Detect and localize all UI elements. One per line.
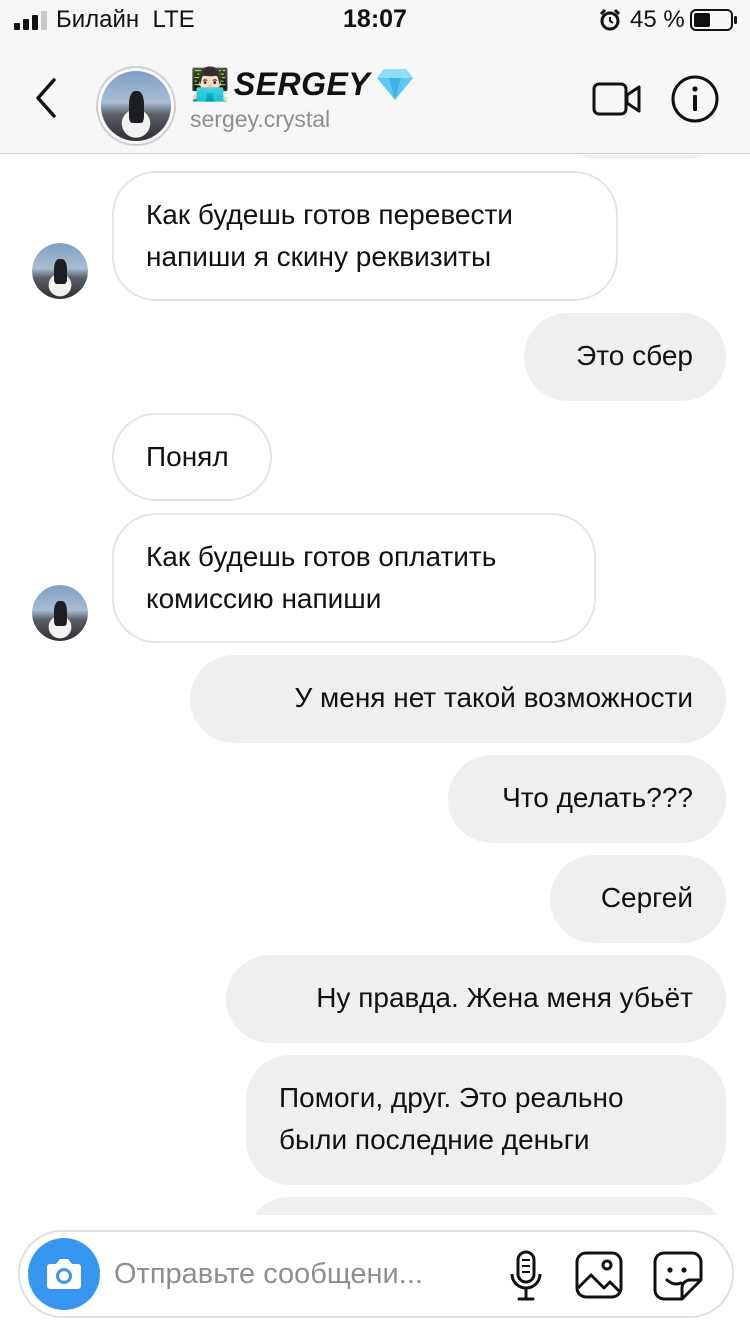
avatar-image [101,71,171,141]
laptop-emoji: 👨🏻‍💻 [190,66,230,102]
message-line: Это сбер [576,340,693,371]
message-bubble-incoming[interactable]: Как будешь готов оплатить комиссию напиш… [112,513,596,643]
message-bubble-outgoing[interactable]: У меня нет такой возможности [190,655,726,743]
message-list[interactable]: Как будешь готов перевести напиши я скин… [0,155,750,1215]
message-line: Что делать??? [502,782,693,813]
message-line: комиссию напиши [146,583,382,614]
header-title[interactable]: 👨🏻‍💻 SERGEY [190,62,414,106]
message-line: У меня нет такой возможности [294,682,693,713]
message-bubble-partial [572,155,712,159]
contact-name: SERGEY [233,65,371,102]
message-bubble-partial [246,1197,726,1215]
diamond-icon [377,69,414,100]
message-bubble-outgoing[interactable]: Ну правда. Жена меня убьёт [226,955,726,1043]
contact-username[interactable]: sergey.crystal [190,106,330,133]
message-bubble-outgoing[interactable]: Это сбер [524,313,726,401]
message-line: Помоги, друг. Это реально [279,1082,624,1113]
sticker-icon[interactable] [652,1250,704,1302]
message-line: Понял [146,441,229,472]
camera-icon [47,1259,81,1289]
info-icon[interactable] [670,74,720,124]
message-composer [18,1230,734,1318]
message-line: Ну правда. Жена меня убьёт [316,982,693,1013]
message-line: Как будешь готов перевести [146,199,513,230]
sender-avatar[interactable] [32,243,88,299]
battery-icon [690,9,737,31]
message-bubble-incoming[interactable]: Как будешь готов перевести напиши я скин… [112,171,618,301]
message-line: Сергей [600,882,693,913]
gallery-icon[interactable] [574,1250,624,1300]
message-bubble-incoming[interactable]: Понял [112,413,272,501]
message-line: Как будешь готов оплатить [146,541,497,572]
back-icon[interactable] [26,74,66,122]
message-bubble-outgoing[interactable]: Сергей [550,855,726,943]
message-input[interactable] [114,1252,494,1296]
alarm-icon [599,8,621,31]
message-bubble-outgoing[interactable]: Помоги, друг. Это реально были последние… [246,1055,726,1185]
message-line: были последние деньги [279,1124,590,1155]
battery-percent: 45 % [630,6,685,33]
avatar[interactable] [96,66,176,146]
status-bar: Билайн LTE 18:07 45 % [0,0,750,42]
message-bubble-outgoing[interactable]: Что делать??? [448,755,726,843]
message-line: напиши я скину реквизиты [146,241,492,272]
microphone-icon[interactable] [508,1250,544,1302]
camera-button[interactable] [28,1238,100,1310]
avatar-image [32,585,88,641]
chat-header: 👨🏻‍💻 SERGEY sergey.crystal [0,42,750,154]
sender-avatar[interactable] [32,585,88,641]
video-call-icon[interactable] [592,80,642,118]
avatar-image [32,243,88,299]
